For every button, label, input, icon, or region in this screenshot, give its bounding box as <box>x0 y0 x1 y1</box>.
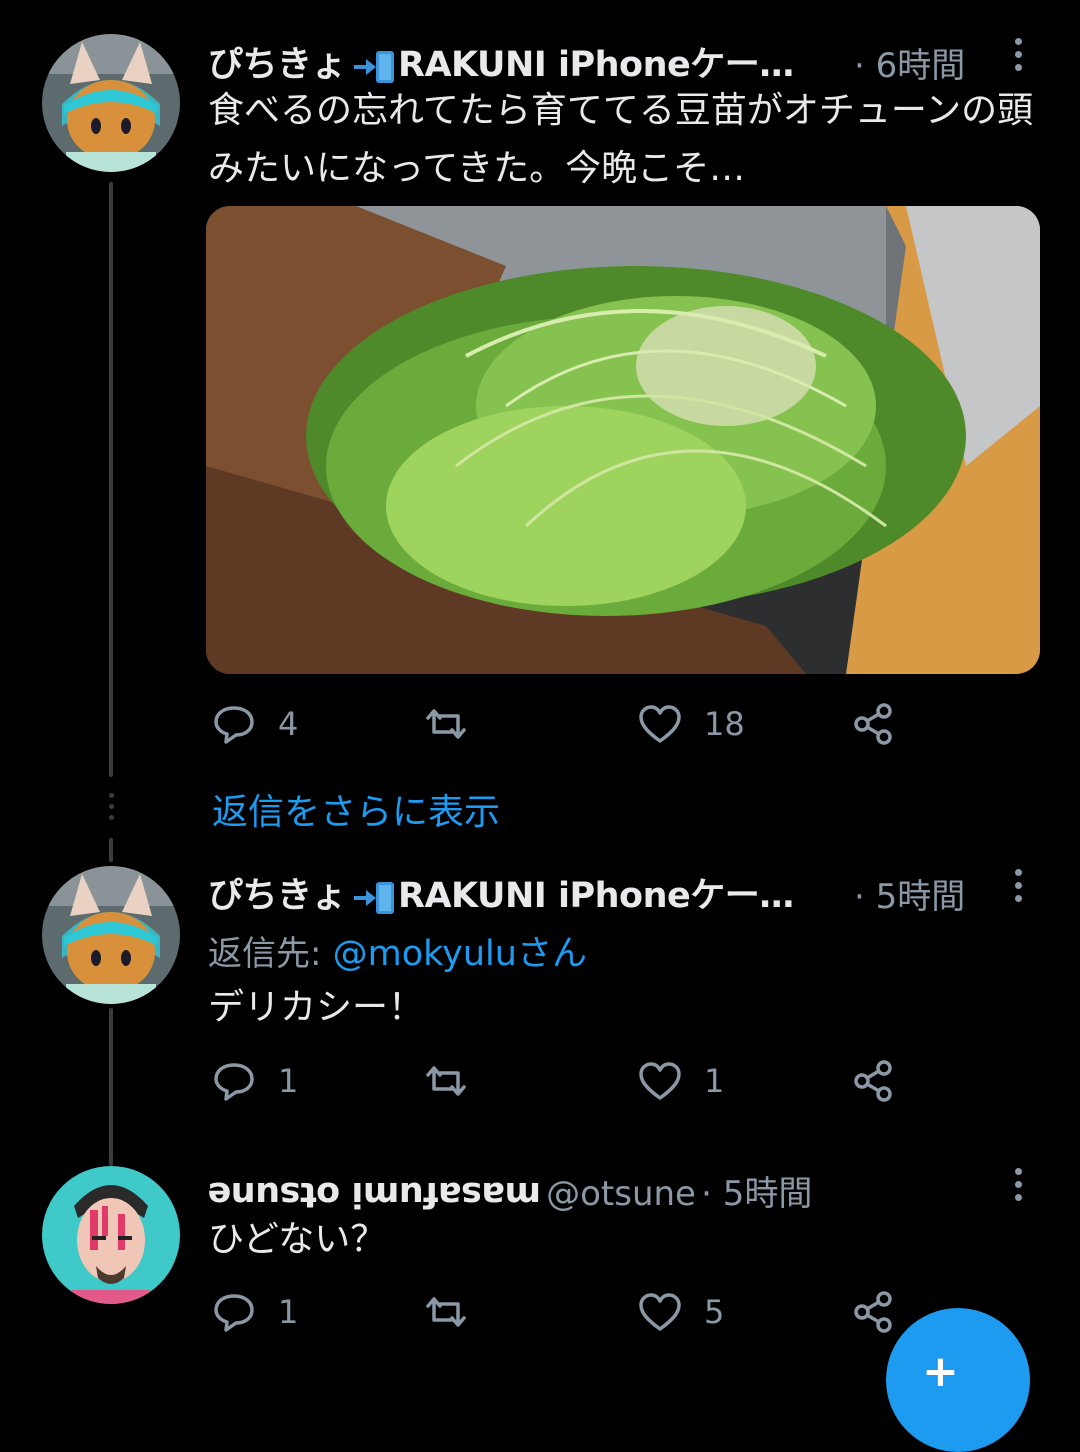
tweet1-reply-button[interactable]: 4 <box>212 702 298 746</box>
avatar-otsune[interactable] <box>42 1166 180 1304</box>
tweet2-like-count: 1 <box>704 1062 725 1100</box>
tweet3-author[interactable]: masafumi otsune <box>208 1174 541 1214</box>
tweet2-like-button[interactable]: 1 <box>638 1059 724 1103</box>
tweet2-text: デリカシー！ <box>208 987 425 1028</box>
tweet3-retweet-button[interactable] <box>424 1290 490 1334</box>
tweet1-like-button[interactable]: 18 <box>638 702 745 746</box>
tweet3-text: ひどない？ <box>208 1219 387 1260</box>
tweet2-more-icon[interactable] <box>1013 869 1023 902</box>
tweet2-actions: 1 1 <box>208 1059 908 1109</box>
tweet1-share-button[interactable] <box>852 702 896 746</box>
compose-button[interactable]: + <box>886 1308 1030 1452</box>
tweet3-more-icon[interactable] <box>1013 1168 1023 1201</box>
thread-line-mid <box>109 838 113 862</box>
reply-to-label: 返信先: <box>208 934 322 974</box>
tweet3-reply-button[interactable]: 1 <box>212 1290 298 1334</box>
tweet1-more-icon[interactable] <box>1013 38 1023 71</box>
thread-gap-dots <box>107 793 115 820</box>
tweet2-share-button[interactable] <box>852 1059 896 1103</box>
tweet1-like-count: 18 <box>704 705 745 743</box>
tweet1-author-suffix[interactable]: RAKUNI iPhoneケー… <box>398 45 794 85</box>
door-badge-icon <box>352 880 396 920</box>
tweet3-share-button[interactable] <box>852 1290 896 1334</box>
retweet-icon <box>426 1297 466 1327</box>
like-icon <box>639 1062 681 1100</box>
tweet3-like-count: 5 <box>704 1293 725 1331</box>
tweet1-retweet-button[interactable] <box>424 702 490 746</box>
tweet1-reply-count: 4 <box>278 705 299 743</box>
tweet2-author-suffix[interactable]: RAKUNI iPhoneケー… <box>398 876 794 916</box>
tweet2-reply-button[interactable]: 1 <box>212 1059 298 1103</box>
like-icon <box>639 1293 681 1331</box>
tweet2-author[interactable]: ぴちきょ <box>208 876 347 916</box>
tweet1-author[interactable]: ぴちきょ <box>208 45 347 85</box>
tweet2-time[interactable]: · 5時間 <box>854 869 965 918</box>
like-icon <box>639 705 681 743</box>
tweet2-header: ぴちきょ RAKUNI iPhoneケー… <box>208 867 794 926</box>
tweet1-time[interactable]: · 6時間 <box>854 38 965 87</box>
retweet-icon <box>426 709 466 739</box>
thread-line-bottom <box>109 1008 113 1166</box>
tweet2-retweet-button[interactable] <box>424 1059 490 1103</box>
compose-icon: + <box>922 1346 959 1397</box>
tweet1-text: 食べるの忘れてたら育ててる豆苗がオチューンの頭みたいになってきた。今晩こそ… <box>208 90 1034 189</box>
tweet2-reply-to: 返信先: @mokyuluさん <box>208 925 587 976</box>
tweet1-photo[interactable] <box>206 206 1040 674</box>
reply-icon <box>214 706 254 744</box>
share-icon <box>854 1291 892 1333</box>
tweet3-actions: 1 5 <box>208 1290 908 1340</box>
reply-icon <box>214 1294 254 1332</box>
avatar-pichikyo-2[interactable] <box>42 866 180 1004</box>
thread-line-top <box>109 182 113 777</box>
avatar-pichikyo[interactable] <box>42 34 180 172</box>
tweet3-time[interactable]: · 5時間 <box>701 1174 812 1214</box>
share-icon <box>854 1060 892 1102</box>
tweet3-handle[interactable]: @otsune <box>546 1174 696 1214</box>
retweet-icon <box>426 1066 466 1096</box>
tweet3-reply-count: 1 <box>278 1293 299 1331</box>
tweet3-header: masafumi otsune @otsune · 5時間 <box>208 1166 812 1215</box>
reply-to-handle[interactable]: @mokyuluさん <box>333 934 587 974</box>
reply-icon <box>214 1063 254 1101</box>
tweet3-like-button[interactable]: 5 <box>638 1290 724 1334</box>
tweet1-actions: 4 18 <box>208 702 908 752</box>
show-more-replies-link[interactable]: 返信をさらに表示 <box>212 783 500 835</box>
tweet2-reply-count: 1 <box>278 1062 299 1100</box>
share-icon <box>854 703 892 745</box>
